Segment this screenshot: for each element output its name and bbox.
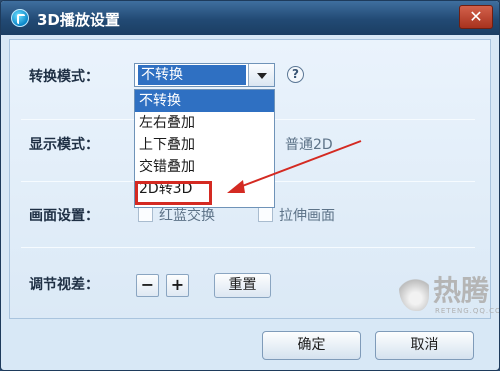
- cancel-button[interactable]: 取消: [375, 331, 474, 360]
- reset-button[interactable]: 重置: [214, 273, 271, 298]
- conversion-mode-select[interactable]: 不转换: [134, 63, 275, 87]
- highlight-box: [135, 181, 212, 205]
- logo-url: RETENG.QQ.COM: [435, 307, 499, 315]
- conversion-mode-value: 不转换: [138, 65, 246, 85]
- increase-parallax-button[interactable]: +: [166, 274, 189, 297]
- title-bar[interactable]: 3D播放设置 ✕: [1, 1, 499, 35]
- close-button[interactable]: ✕: [459, 5, 493, 29]
- ok-button[interactable]: 确定: [262, 331, 361, 360]
- window-title: 3D播放设置: [37, 11, 120, 29]
- red-blue-swap-checkbox[interactable]: [138, 207, 153, 222]
- display-mode-label: 显示模式：: [29, 137, 99, 153]
- stretch-picture-label: 拉伸画面: [279, 208, 335, 224]
- picture-settings-label: 画面设置：: [29, 208, 99, 224]
- parallax-label: 调节视差：: [29, 277, 99, 293]
- flame-icon: [399, 269, 429, 311]
- app-icon: [11, 9, 29, 27]
- help-icon[interactable]: ?: [287, 66, 304, 83]
- 3d-settings-dialog: 3D播放设置 ✕ 转换模式： 不转换 ? 显示模式： 普通2D 画面设置： 红蓝…: [0, 0, 500, 371]
- annotation-arrow: [227, 140, 362, 193]
- dropdown-option[interactable]: 不转换: [135, 90, 274, 112]
- divider: [21, 247, 475, 248]
- stretch-picture-checkbox[interactable]: [258, 207, 273, 222]
- decrease-parallax-button[interactable]: −: [136, 274, 159, 297]
- logo-text: 热腾: [433, 274, 490, 307]
- conversion-mode-label: 转换模式：: [29, 69, 99, 85]
- red-blue-swap-label: 红蓝交换: [159, 208, 215, 224]
- chevron-down-icon[interactable]: [248, 64, 274, 86]
- reteng-logo: 热腾 RETENG.QQ.COM: [399, 267, 499, 323]
